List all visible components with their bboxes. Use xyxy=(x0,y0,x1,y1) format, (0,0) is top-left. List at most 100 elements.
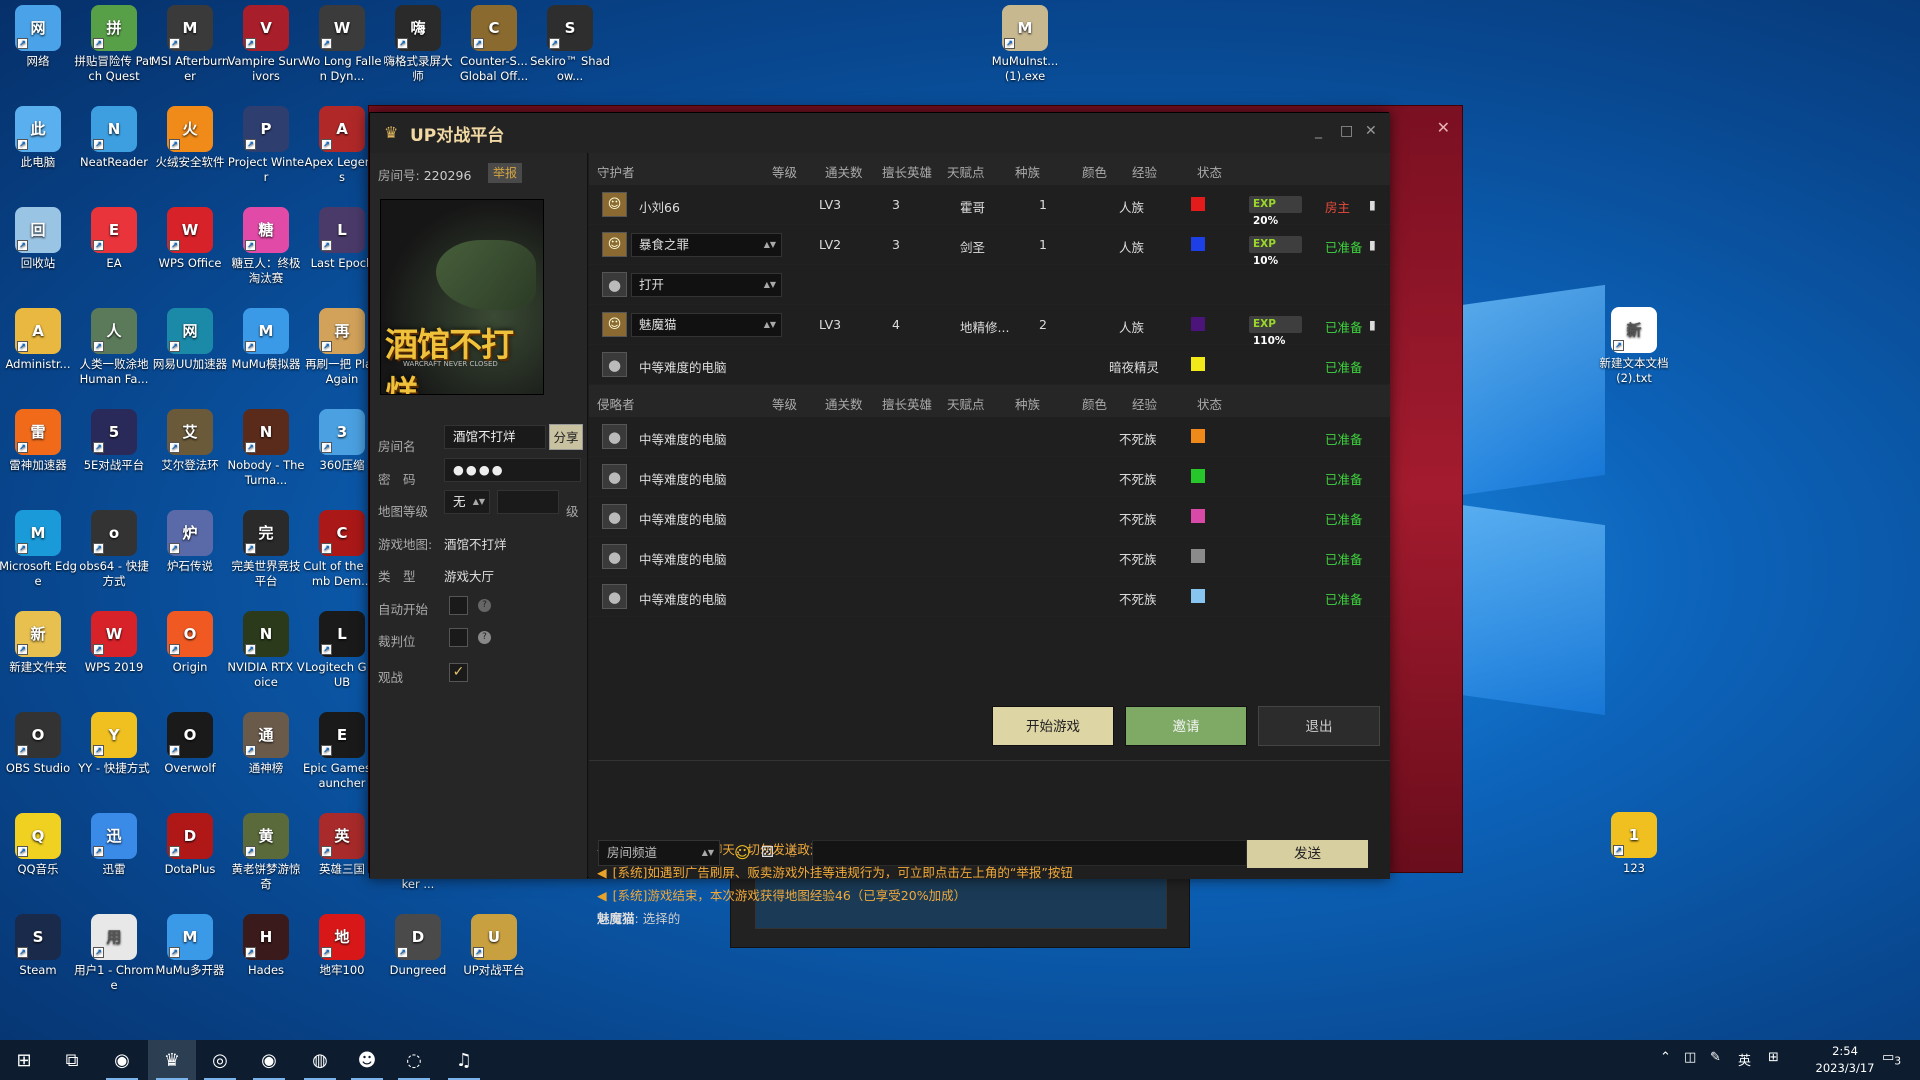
desktop-icon[interactable]: S ↗ Sekiro™ Shadow... xyxy=(530,5,610,84)
minimize-button[interactable]: _ xyxy=(1315,123,1322,139)
desktop-icon[interactable]: E ↗ EA xyxy=(74,207,154,271)
exit-button[interactable]: 退出 xyxy=(1258,706,1380,746)
chevron-up-icon[interactable]: ⌃ xyxy=(1660,1050,1671,1065)
send-button[interactable]: 发送 xyxy=(1247,840,1368,868)
desktop-icon[interactable]: M ↗ Microsoft Edge xyxy=(0,510,78,589)
desktop-icon[interactable]: U ↗ UP对战平台 xyxy=(454,914,534,978)
ime-indicator[interactable]: 英 xyxy=(1738,1050,1751,1069)
help-icon[interactable]: ? xyxy=(478,599,491,612)
player-color-swatch[interactable] xyxy=(1191,469,1205,483)
desktop-icon[interactable]: 5 ↗ 5E对战平台 xyxy=(74,409,154,473)
desktop-icon[interactable]: P ↗ Project Winter xyxy=(226,106,306,185)
player-color-swatch[interactable] xyxy=(1191,589,1205,603)
taskbar-up-platform-button[interactable]: ♛ xyxy=(148,1040,196,1080)
taskbar-windows-start-button[interactable]: ⊞ xyxy=(0,1040,48,1080)
room-name-input[interactable]: 酒馆不打烊 xyxy=(444,425,546,449)
desktop-icon[interactable]: o ↗ obs64 - 快捷方式 xyxy=(74,510,154,589)
desktop-icon[interactable]: N ↗ Nobody - The Turna... xyxy=(226,409,306,488)
map-level-select[interactable]: 无 ▲▼ xyxy=(444,490,490,514)
desktop-icon[interactable]: M ↗ MuMu模拟器 xyxy=(226,308,306,372)
start-game-button[interactable]: 开始游戏 xyxy=(992,706,1114,746)
desktop-icon[interactable]: 用 ↗ 用户1 - Chrome xyxy=(74,914,154,993)
desktop-icon[interactable]: W ↗ WPS Office xyxy=(150,207,230,271)
player-color-swatch[interactable] xyxy=(1191,549,1205,563)
desktop-icon[interactable]: 嗨 ↗ 嗨格式录屏大师 xyxy=(378,5,458,84)
desktop-icon[interactable]: 通 ↗ 通神榜 xyxy=(226,712,306,776)
emoji-icon[interactable]: ☺ xyxy=(734,843,751,862)
network-tray-icon[interactable]: ◫ xyxy=(1684,1050,1696,1065)
referee-checkbox[interactable] xyxy=(449,628,468,647)
desktop-icon[interactable]: 人 ↗ 人类一败涂地 Human Fa... xyxy=(74,308,154,387)
close-icon[interactable]: ✕ xyxy=(1437,118,1450,137)
desktop-icon[interactable]: C ↗ Counter-S... Global Off... xyxy=(454,5,534,84)
desktop-icon[interactable]: O ↗ Origin xyxy=(150,611,230,675)
desktop-icon[interactable]: O ↗ Overwolf xyxy=(150,712,230,776)
desktop-icon[interactable]: S ↗ Steam xyxy=(0,914,78,978)
desktop-icon[interactable]: Y ↗ YY - 快捷方式 xyxy=(74,712,154,776)
pen-tray-icon[interactable]: ✎ xyxy=(1710,1050,1721,1065)
taskbar-chrome-button[interactable]: ◍ xyxy=(296,1040,344,1080)
player-color-swatch[interactable] xyxy=(1191,509,1205,523)
desktop-icon[interactable]: 火 ↗ 火绒安全软件 xyxy=(150,106,230,170)
desktop-icon[interactable]: M ↗ MuMuInst... (1).exe xyxy=(985,5,1065,84)
desktop-icon[interactable]: M ↗ MSI Afterburner xyxy=(150,5,230,84)
chat-input[interactable] xyxy=(812,840,1247,866)
desktop-icon[interactable]: 黄 ↗ 黄老饼梦游惊奇 xyxy=(226,813,306,892)
desktop-icon[interactable]: A ↗ Administr... xyxy=(0,308,78,372)
desktop-icon[interactable]: 地 ↗ 地牢100 xyxy=(302,914,382,978)
dice-icon[interactable]: ⚄ xyxy=(761,843,774,861)
player-color-swatch[interactable] xyxy=(1191,429,1205,443)
desktop-icon[interactable]: 新 ↗ 新建文本文档 (2).txt xyxy=(1594,307,1674,386)
chat-channel-select[interactable]: 房间频道 ▲▼ xyxy=(598,840,720,866)
player-color-swatch[interactable] xyxy=(1191,197,1205,211)
desktop-icon[interactable]: 拼 ↗ 拼贴冒险传 Patch Quest xyxy=(74,5,154,84)
desktop-icon[interactable]: N ↗ NVIDIA RTX Voice xyxy=(226,611,306,690)
map-level-input[interactable] xyxy=(497,490,559,514)
password-input[interactable]: ●●●● xyxy=(444,458,581,482)
desktop-icon[interactable]: W ↗ WPS 2019 xyxy=(74,611,154,675)
report-button[interactable]: 举报 xyxy=(488,163,523,183)
taskbar-qq-music-button[interactable]: ♫ xyxy=(440,1040,488,1080)
desktop-icon[interactable]: 网 ↗ 网络 xyxy=(0,5,78,69)
desktop-icon[interactable]: 雷 ↗ 雷神加速器 xyxy=(0,409,78,473)
desktop-icon[interactable]: 新 ↗ 新建文件夹 xyxy=(0,611,78,675)
desktop-icon[interactable]: M ↗ MuMu多开器 xyxy=(150,914,230,978)
desktop-icon[interactable]: 1 ↗ 123 xyxy=(1594,812,1674,876)
share-button[interactable]: 分享 xyxy=(549,424,583,450)
taskbar-task-view-button[interactable]: ⧉ xyxy=(48,1040,96,1080)
keyboard-tray-icon[interactable]: ⊞ xyxy=(1768,1050,1779,1065)
desktop-icon[interactable]: 回 ↗ 回收站 xyxy=(0,207,78,271)
desktop-icon[interactable]: 完 ↗ 完美世界竞技平台 xyxy=(226,510,306,589)
close-button[interactable]: ✕ xyxy=(1365,123,1377,139)
desktop-icon[interactable]: D ↗ Dungreed xyxy=(378,914,458,978)
taskbar-razer-button[interactable]: ◎ xyxy=(196,1040,244,1080)
clock[interactable]: 2:54 2023/3/17 xyxy=(1810,1043,1880,1077)
taskbar-steam-button[interactable]: ◉ xyxy=(245,1040,293,1080)
player-slot-select[interactable]: 魅魔猫 ▲▼ xyxy=(631,313,782,337)
taskbar-obs-button[interactable]: ◌ xyxy=(390,1040,438,1080)
gesture-icon[interactable]: ✌ xyxy=(786,843,799,861)
desktop-icon[interactable]: 糖 ↗ 糖豆人：终极淘汰赛 xyxy=(226,207,306,286)
desktop-icon[interactable]: D ↗ DotaPlus xyxy=(150,813,230,877)
player-slot-select[interactable]: 暴食之罪 ▲▼ xyxy=(631,233,782,257)
desktop-icon[interactable]: 此 ↗ 此电脑 xyxy=(0,106,78,170)
notification-icon[interactable]: ▭3 xyxy=(1882,1050,1901,1068)
player-color-swatch[interactable] xyxy=(1191,317,1205,331)
desktop-icon[interactable]: V ↗ Vampire Survivors xyxy=(226,5,306,84)
auto-start-checkbox[interactable] xyxy=(449,596,468,615)
desktop-icon[interactable]: Q ↗ QQ音乐 xyxy=(0,813,78,877)
desktop-icon[interactable]: 网 ↗ 网易UU加速器 xyxy=(150,308,230,372)
invite-button[interactable]: 邀请 xyxy=(1125,706,1247,746)
help-icon[interactable]: ? xyxy=(478,631,491,644)
spectate-checkbox[interactable]: ✓ xyxy=(449,663,468,682)
player-color-swatch[interactable] xyxy=(1191,357,1205,371)
taskbar-steam-button[interactable]: ◉ xyxy=(98,1040,146,1080)
player-color-swatch[interactable] xyxy=(1191,237,1205,251)
desktop-icon[interactable]: 艾 ↗ 艾尔登法环 xyxy=(150,409,230,473)
desktop-icon[interactable]: O ↗ OBS Studio xyxy=(0,712,78,776)
desktop-icon[interactable]: H ↗ Hades xyxy=(226,914,306,978)
desktop-icon[interactable]: W ↗ Wo Long Fallen Dyn... xyxy=(302,5,382,84)
desktop-icon[interactable]: 迅 ↗ 迅雷 xyxy=(74,813,154,877)
desktop-icon[interactable]: N ↗ NeatReader xyxy=(74,106,154,170)
taskbar-yy-button[interactable]: ☻ xyxy=(343,1040,391,1080)
